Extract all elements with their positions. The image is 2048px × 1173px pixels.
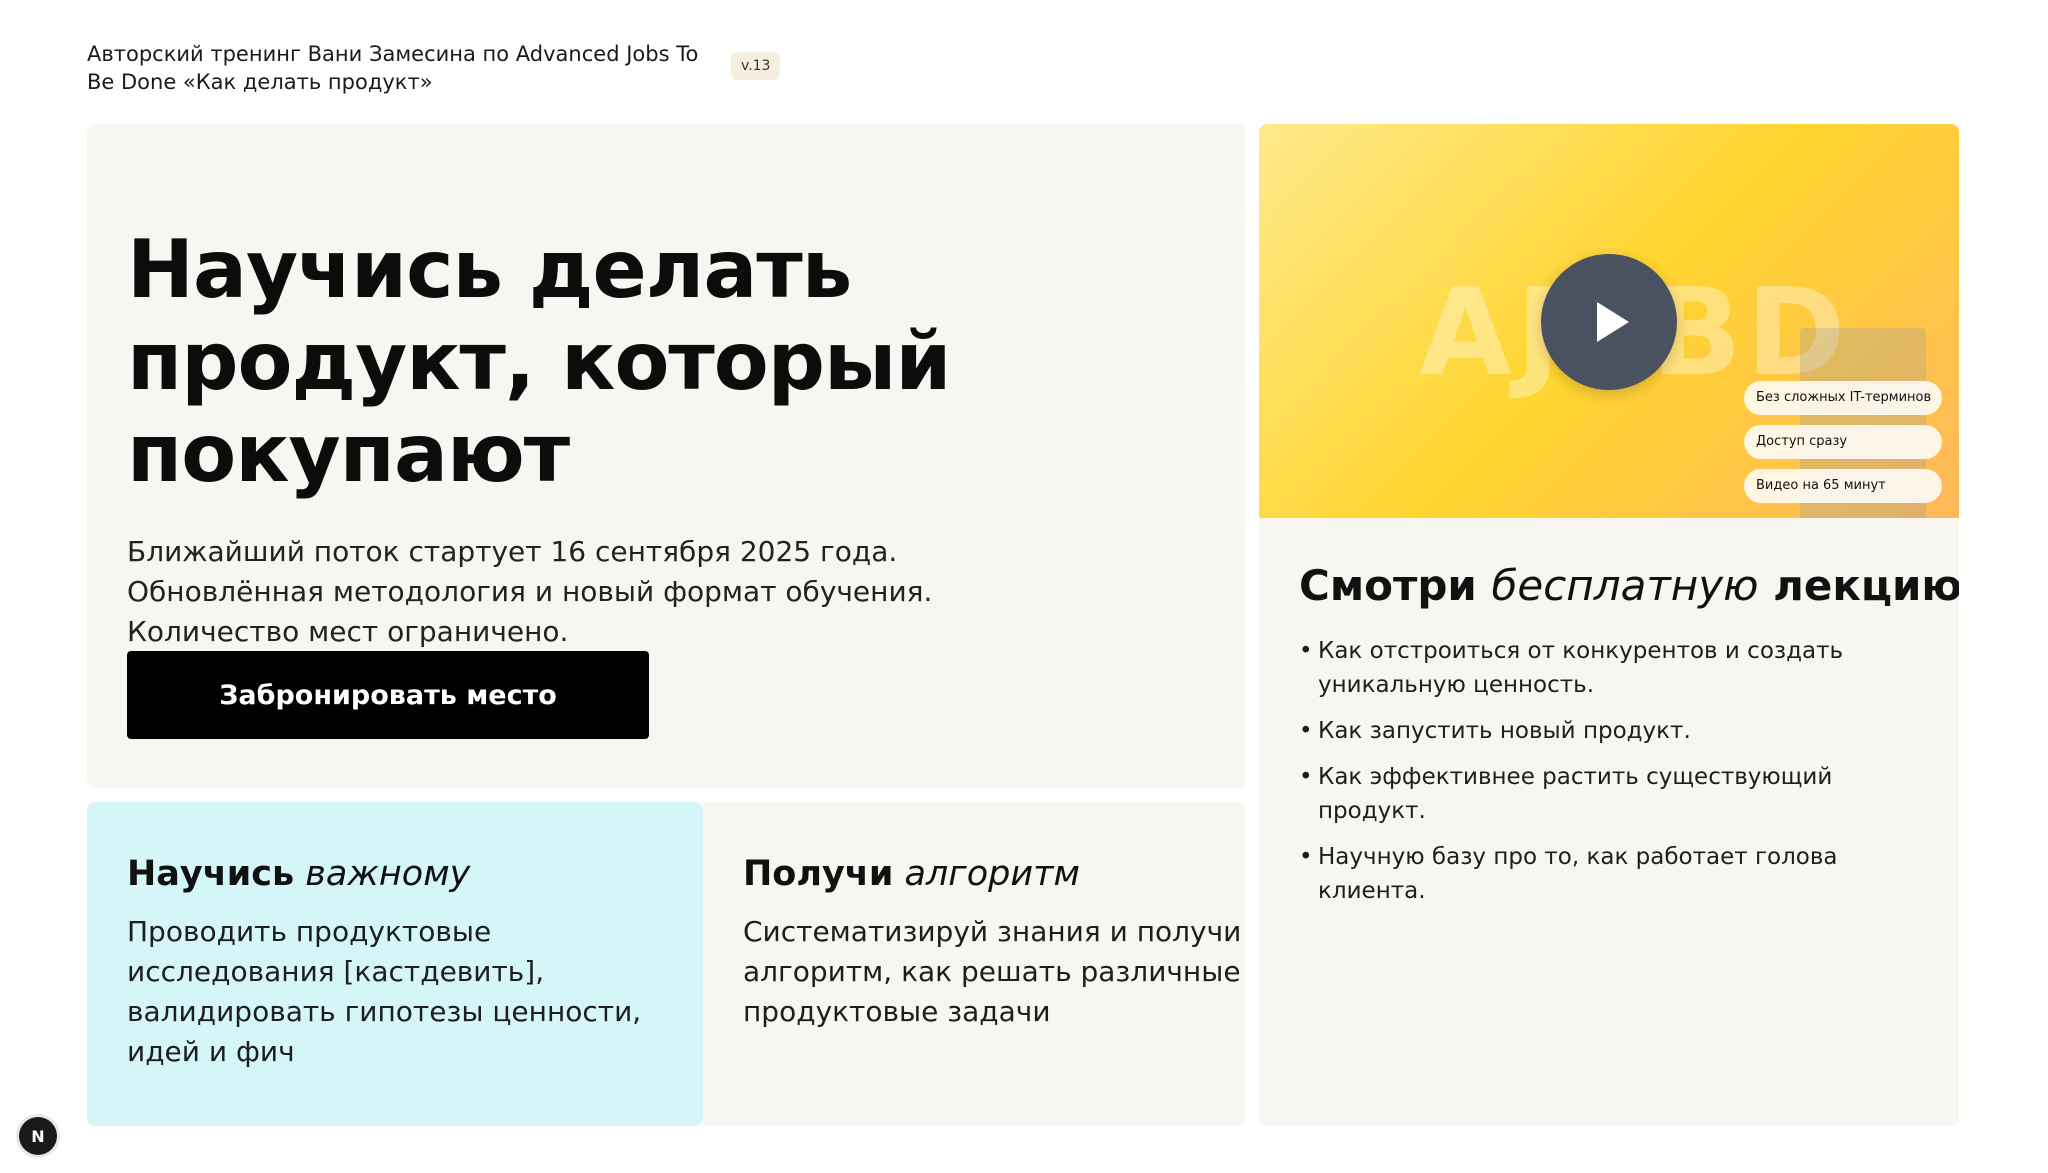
feature-card-learn: Научись важному Проводить продуктовые ис… [87, 802, 703, 1126]
video-tag: Доступ сразу [1744, 425, 1942, 459]
lecture-video-preview[interactable]: AJTBD Без сложных IT-терминов Доступ сра… [1259, 124, 1959, 518]
lecture-title-bold: Смотри [1299, 561, 1477, 610]
version-badge: v.13 [731, 52, 781, 80]
nextjs-dev-badge[interactable]: N [19, 1117, 57, 1155]
play-button[interactable] [1541, 254, 1677, 390]
feature-card-algorithm: Получи алгоритм Систематизируй знания и … [703, 802, 1245, 1126]
list-item: Как эффективнее растить существующий про… [1299, 760, 1939, 828]
lecture-topics-list: Как отстроиться от конкурентов и создать… [1299, 634, 1939, 920]
feature-title: Научись важному [127, 852, 470, 896]
play-icon [1597, 302, 1629, 342]
feature-title: Получи алгоритм [743, 852, 1080, 896]
hero-line-limited: Количество мест ограничено. [127, 615, 569, 648]
book-seat-button[interactable]: Забронировать место [127, 651, 649, 739]
feature-title-bold: Получи [743, 854, 894, 894]
list-item: Как отстроиться от конкурентов и создать… [1299, 634, 1939, 702]
feature-body: Проводить продуктовые исследования [каст… [127, 915, 642, 1068]
video-tag: Видео на 65 минут [1744, 469, 1942, 503]
page-header: Авторский тренинг Вани Замесина по Advan… [87, 40, 807, 96]
lecture-title: Смотри бесплатную лекцию [1299, 560, 1959, 612]
hero-description: Ближайший поток стартует 16 сентября 202… [127, 532, 932, 652]
course-title: Авторский тренинг Вани Замесина по Advan… [87, 42, 699, 94]
feature-title-italic: алгоритм [904, 854, 1080, 894]
hero-card: Научись делать продукт, который покупают… [87, 124, 1245, 788]
video-tag: Без сложных IT-терминов [1744, 381, 1942, 415]
feature-body: Систематизируй знания и получи алгоритм,… [743, 915, 1242, 1028]
lecture-title-bold: лекцию [1773, 561, 1959, 610]
free-lecture-card: AJTBD Без сложных IT-терминов Доступ сра… [1259, 124, 1959, 1126]
feature-title-bold: Научись [127, 854, 295, 894]
list-item: Как запустить новый продукт. [1299, 714, 1939, 748]
list-item: Научную базу про то, как работает голова… [1299, 840, 1939, 908]
hero-title: Научись делать продукт, который покупают [127, 223, 951, 500]
hero-line-methodology: Обновлённая методология и новый формат о… [127, 575, 933, 608]
hero-line-start-date: Ближайший поток стартует 16 сентября 202… [127, 535, 898, 568]
lecture-title-italic: бесплатную [1491, 561, 1759, 610]
feature-title-italic: важному [305, 854, 471, 894]
